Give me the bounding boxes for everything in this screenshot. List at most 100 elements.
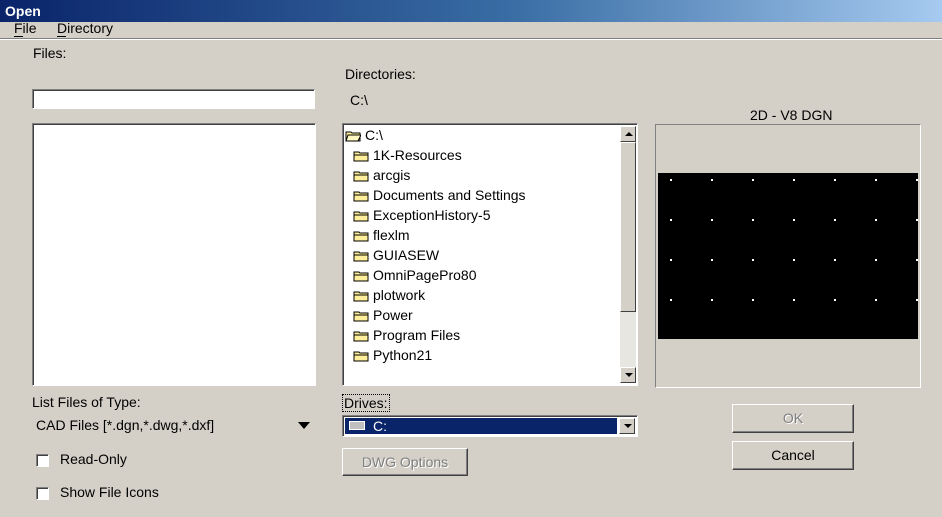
preview-canvas [658,173,918,341]
directory-item[interactable]: 1K-Resources [345,146,621,167]
files-input[interactable] [32,89,315,109]
directory-item-label: 1K-Resources [373,147,462,163]
grid-dot [793,299,795,301]
grid-dot [670,259,672,261]
directory-item[interactable]: arcgis [345,166,621,187]
scroll-thumb[interactable] [620,142,636,312]
menu-directory[interactable]: Directory [57,20,113,36]
read-only-label[interactable]: Read-Only [60,451,127,467]
directory-item-label: GUIASEW [373,247,440,263]
folder-icon [353,169,369,182]
directory-item-label: ExceptionHistory-5 [373,207,491,223]
grid-dot [711,219,713,221]
grid-dot [916,299,918,301]
directory-item[interactable]: ExceptionHistory-5 [345,206,621,227]
file-type-label: List Files of Type: [32,394,141,410]
preview-panel [655,124,921,388]
folder-icon [353,349,369,362]
chevron-up-icon [625,132,633,136]
grid-dot [875,219,877,221]
grid-dot [875,259,877,261]
directory-item-label: Documents and Settings [373,187,526,203]
files-label: Files: [33,45,67,61]
folder-icon [353,329,369,342]
directory-item-label: OmniPagePro80 [373,267,477,283]
file-type-dropdown[interactable]: CAD Files [*.dgn,*.dwg,*.dxf] [32,414,316,436]
folder-icon [353,269,369,282]
files-list[interactable] [32,123,316,386]
drives-label: Drives: [342,394,390,412]
grid-dot [834,259,836,261]
current-path: C:\ [350,92,368,108]
directory-item[interactable]: flexlm [345,226,621,247]
directory-scrollbar[interactable] [620,126,636,383]
grid-dot [916,219,918,221]
read-only-checkbox[interactable] [36,454,49,467]
drives-dropdown-button[interactable] [619,418,635,434]
directory-item[interactable]: Documents and Settings [345,186,621,207]
directory-item[interactable]: Power [345,306,621,327]
scroll-up-button[interactable] [620,126,636,142]
menu-directory-mnemonic [57,36,66,37]
directory-item-label: plotwork [373,287,426,303]
show-file-icons-label[interactable]: Show File Icons [60,484,159,500]
folder-icon [353,309,369,322]
grid-dot [670,179,672,181]
directory-item[interactable]: C:\ [345,126,621,147]
preview-grid [670,179,918,341]
directory-item[interactable]: plotwork [345,286,621,307]
directory-item-label: C:\ [365,127,383,143]
title-bar[interactable]: Open [0,0,942,22]
directory-item-label: Program Files [373,327,461,343]
folder-icon [353,289,369,302]
menu-file[interactable]: File [14,20,37,36]
drive-icon [349,421,365,430]
drives-dropdown[interactable]: C: [342,415,638,437]
grid-dot [793,219,795,221]
grid-dot [752,179,754,181]
scroll-down-button[interactable] [620,367,636,383]
drives-selection: C: [345,418,617,434]
ok-label: OK [782,410,804,426]
grid-dot [916,179,918,181]
open-folder-icon [345,129,362,142]
window-title: Open [5,3,41,19]
directories-label: Directories: [345,66,416,82]
directory-item[interactable]: Program Files [345,326,621,347]
dwg-options-button[interactable]: DWG Options [342,448,468,476]
grid-dot [752,219,754,221]
menu-directory-label: Directory [57,20,114,36]
folder-icon [353,249,369,262]
directory-item[interactable]: GUIASEW [345,246,621,267]
directory-item-label: Python21 [373,347,433,363]
chevron-down-icon[interactable] [298,422,310,429]
folder-icon [353,189,369,202]
directory-item[interactable]: OmniPagePro80 [345,266,621,287]
cancel-button[interactable]: Cancel [732,441,854,470]
drives-value: C: [373,418,387,434]
ok-button[interactable]: OK [732,404,854,433]
directory-item-label: arcgis [373,167,411,183]
grid-dot [834,179,836,181]
chevron-down-icon [624,424,632,428]
grid-dot [793,259,795,261]
grid-dot [752,259,754,261]
cancel-label: Cancel [771,447,815,463]
show-file-icons-checkbox[interactable] [36,487,49,500]
grid-dot [711,179,713,181]
file-type-value: CAD Files [*.dgn,*.dwg,*.dxf] [36,417,215,433]
grid-dot [834,219,836,221]
directory-list[interactable]: C:\ 1K-Resources arcgis Documents and Setti… [342,123,638,386]
grid-dot [834,299,836,301]
grid-dot [793,179,795,181]
grid-dot [875,299,877,301]
grid-dot [916,259,918,261]
menu-separator-highlight [0,39,942,40]
folder-icon [353,149,369,162]
directory-item-label: Power [373,307,413,323]
menu-file-mnemonic [14,36,23,37]
menu-file-label: File [14,20,37,36]
directory-items: C:\ 1K-Resources arcgis Documents and Setti… [345,126,621,383]
grid-dot [711,299,713,301]
directory-item[interactable]: Python21 [345,346,621,367]
